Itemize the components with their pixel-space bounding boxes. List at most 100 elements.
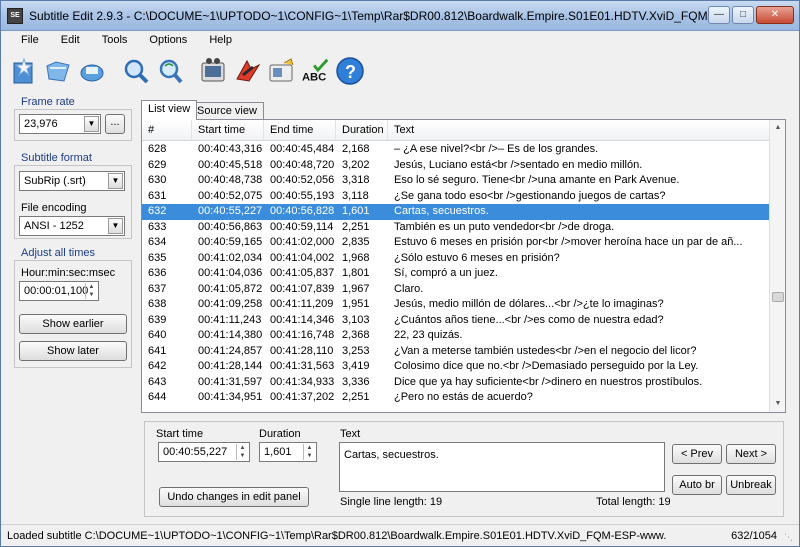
row-text: Cartas, secuestros.	[394, 205, 489, 217]
row-text: ¿Pero no estás de acuerdo?	[394, 391, 533, 403]
table-row[interactable]: 630 00:40:48,738 00:40:52,056 3,318 Eso lo s…	[142, 173, 770, 189]
status-bar: Loaded subtitle C:\DOCUME~1\UPTODO~1\CON…	[1, 524, 799, 546]
auto-br-button[interactable]: Auto br	[672, 475, 722, 495]
start-time-input[interactable]: 00:40:55,227 ▲ ▼	[158, 442, 250, 462]
save-button[interactable]	[77, 55, 107, 87]
video-button[interactable]	[199, 55, 229, 87]
table-row[interactable]: 644 00:41:34,951 00:41:37,202 2,251 ¿Pero no…	[142, 390, 770, 406]
fix-errors-icon	[236, 59, 261, 82]
table-row[interactable]: 639 00:41:11,243 00:41:14,346 3,103 ¿Cuántos…	[142, 313, 770, 329]
row-start-time: 00:40:43,316	[198, 143, 263, 155]
minimize-button[interactable]: —	[708, 6, 730, 24]
chevron-down-icon[interactable]: ▼	[84, 116, 99, 132]
table-row[interactable]: 628 00:40:43,316 00:40:45,484 2,168 – ¿A ese…	[142, 142, 770, 158]
row-number: 635	[148, 251, 167, 264]
table-row[interactable]: 638 00:41:09,258 00:41:11,209 1,951 Jesús, m…	[142, 297, 770, 313]
replace-button[interactable]	[155, 55, 185, 87]
show-later-button[interactable]: Show later	[19, 341, 127, 361]
tab-source-view[interactable]: Source view	[190, 102, 264, 120]
spellcheck-button[interactable]: ABC	[301, 55, 331, 87]
table-row[interactable]: 632 00:40:55,227 00:40:56,828 1,601 Cartas, …	[142, 204, 770, 220]
column-header-end-time[interactable]: End time	[264, 120, 336, 141]
table-row[interactable]: 629 00:40:45,518 00:40:48,720 3,202 Jesús, L…	[142, 158, 770, 174]
adjust-time-input[interactable]: 00:00:01,100 ▲ ▼	[19, 281, 99, 301]
fix-errors-button[interactable]	[233, 55, 263, 87]
app-icon[interactable]: SE	[7, 8, 23, 24]
spin-updown-icon[interactable]: ▲ ▼	[303, 444, 315, 460]
visual-sync-button[interactable]	[267, 55, 297, 87]
row-start-time: 00:41:04,036	[198, 267, 263, 279]
show-earlier-button[interactable]: Show earlier	[19, 314, 127, 334]
menu-file[interactable]: File	[13, 32, 47, 50]
column-header-duration[interactable]: Duration	[336, 120, 388, 141]
row-duration: 3,253	[342, 344, 370, 357]
subtitle-format-combo[interactable]: SubRip (.srt) ▼	[19, 171, 125, 191]
open-button[interactable]	[43, 55, 73, 87]
row-number: 643	[148, 375, 167, 388]
row-number: 630	[148, 174, 167, 186]
title-bar[interactable]: SE Subtitle Edit 2.9.3 - C:\DOCUME~1\UPT…	[1, 1, 799, 31]
table-row[interactable]: 641 00:41:24,857 00:41:28,110 3,253 ¿Van a m…	[142, 344, 770, 360]
close-button[interactable]: ✕	[756, 6, 794, 24]
undo-changes-button[interactable]: Undo changes in edit panel	[159, 487, 309, 507]
table-row[interactable]: 633 00:40:56,863 00:40:59,114 2,251 También …	[142, 220, 770, 236]
scroll-thumb[interactable]	[772, 292, 784, 302]
table-row[interactable]: 640 00:41:14,380 00:41:16,748 2,368 22, 23 q…	[142, 328, 770, 344]
scroll-down-icon[interactable]: ▼	[771, 396, 785, 412]
table-row[interactable]: 631 00:40:52,075 00:40:55,193 3,118 ¿Se gana…	[142, 189, 770, 205]
new-subtitle-button[interactable]	[9, 55, 39, 87]
maximize-button[interactable]: □	[732, 6, 754, 24]
column-header-text[interactable]: Text	[388, 120, 770, 141]
frame-rate-browse-button[interactable]: ...	[105, 114, 125, 134]
row-end-time: 00:40:56,828	[270, 205, 335, 217]
menu-tools[interactable]: Tools	[94, 32, 136, 50]
duration-input[interactable]: 1,601 ▲ ▼	[259, 442, 317, 462]
table-row[interactable]: 636 00:41:04,036 00:41:05,837 1,801 Sí, comp…	[142, 266, 770, 282]
duration-value: 1,601	[264, 446, 292, 458]
grid-scrollbar[interactable]: ▲ ▼	[769, 120, 785, 412]
chevron-down-icon[interactable]: ▼	[108, 218, 123, 234]
subtitle-text-area[interactable]: Cartas, secuestros.	[339, 442, 665, 492]
tab-list-view[interactable]: List view	[141, 100, 198, 120]
row-text: 22, 23 quizás.	[394, 329, 463, 341]
spellcheck-icon: ABC	[302, 58, 329, 83]
find-icon	[124, 59, 149, 84]
row-duration: 3,202	[342, 158, 370, 171]
resize-grip-icon[interactable]: ⋱	[784, 532, 796, 544]
spin-updown-icon[interactable]: ▲ ▼	[85, 283, 97, 299]
menu-options[interactable]: Options	[141, 32, 195, 50]
table-row[interactable]: 637 00:41:05,872 00:41:07,839 1,967 Claro.	[142, 282, 770, 298]
row-number: 628	[148, 143, 167, 155]
row-duration: 2,168	[342, 143, 370, 155]
column-header-start-time[interactable]: Start time	[192, 120, 264, 141]
chevron-down-icon[interactable]: ▼	[108, 173, 123, 189]
find-button[interactable]	[121, 55, 151, 87]
row-end-time: 00:41:02,000	[270, 236, 335, 248]
scroll-up-icon[interactable]: ▲	[771, 120, 785, 136]
svg-text:?: ?	[345, 62, 356, 82]
frame-rate-combo[interactable]: 23,976 ▼	[19, 114, 101, 134]
unbreak-button[interactable]: Unbreak	[726, 475, 776, 495]
subtitle-grid[interactable]: # Start time End time Duration Text 628 0…	[141, 119, 786, 413]
help-button[interactable]: ?	[335, 55, 365, 87]
next-button[interactable]: Next >	[726, 444, 776, 464]
table-row[interactable]: 635 00:41:02,034 00:41:04,002 1,968 ¿Sólo es…	[142, 251, 770, 267]
menu-edit[interactable]: Edit	[53, 32, 88, 50]
table-row[interactable]: 634 00:40:59,165 00:41:02,000 2,835 Estuvo 6…	[142, 235, 770, 251]
row-text: ¿Se gana todo eso<br />gestionando juego…	[394, 189, 666, 202]
spin-updown-icon[interactable]: ▲ ▼	[236, 444, 248, 460]
start-time-value: 00:40:55,227	[163, 446, 228, 458]
row-duration: 2,368	[342, 329, 370, 341]
start-time-label: Start time	[156, 428, 204, 440]
table-row[interactable]: 643 00:41:31,597 00:41:34,933 3,336 Dice que…	[142, 375, 770, 391]
row-duration: 3,118	[342, 189, 369, 202]
row-number: 639	[148, 313, 167, 326]
prev-button[interactable]: < Prev	[672, 444, 722, 464]
menu-help[interactable]: Help	[201, 32, 240, 50]
row-end-time: 00:41:28,110	[270, 344, 334, 357]
row-end-time: 00:40:55,193	[270, 189, 335, 202]
column-header-number[interactable]: #	[142, 120, 192, 141]
table-row[interactable]: 642 00:41:28,144 00:41:31,563 3,419 Colosimo…	[142, 359, 770, 375]
file-encoding-combo[interactable]: ANSI - 1252 ▼	[19, 216, 125, 236]
row-duration: 1,801	[342, 267, 370, 279]
